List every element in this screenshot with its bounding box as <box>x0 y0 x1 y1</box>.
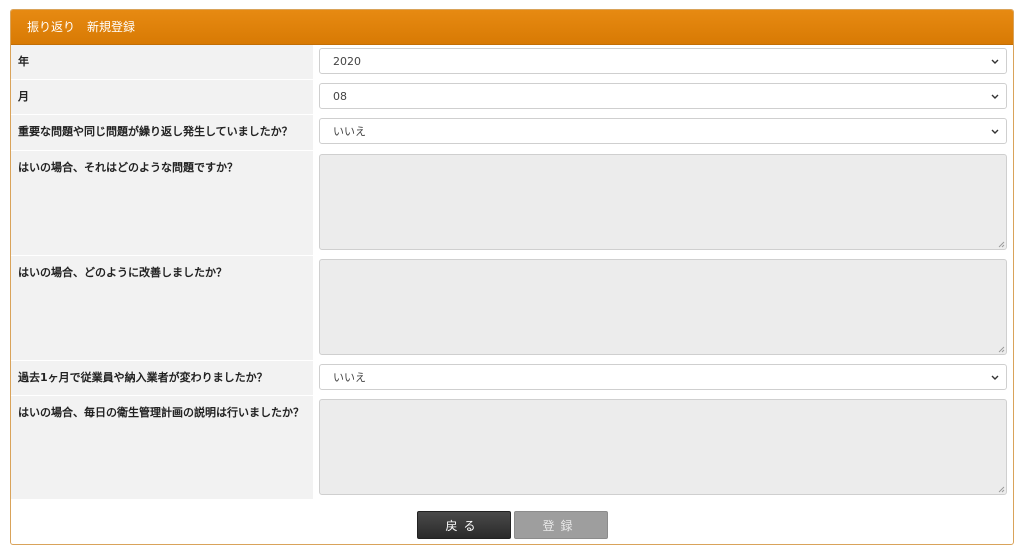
recurring-problem-row: 重要な問題や同じ問題が繰り返し発生していましたか？ いいえ <box>11 115 1013 151</box>
resize-grip-icon[interactable] <box>997 485 1005 493</box>
staff-change-row: 過去1ヶ月で従業員や納入業者が変わりましたか？ いいえ <box>11 361 1013 396</box>
month-label: 月 <box>11 80 313 114</box>
resize-grip-icon[interactable] <box>997 240 1005 248</box>
year-label: 年 <box>11 45 313 79</box>
month-select[interactable]: 08 <box>319 83 1007 109</box>
submit-button[interactable]: 登録 <box>513 511 608 539</box>
hygiene-explanation-row: はいの場合、毎日の衛生管理計画の説明は行いましたか？ <box>11 396 1013 500</box>
chevron-down-icon <box>991 59 999 64</box>
recurring-problem-label: 重要な問題や同じ問題が繰り返し発生していましたか？ <box>11 115 313 150</box>
problem-detail-textarea[interactable] <box>319 154 1007 250</box>
problem-detail-label: はいの場合、それはどのような問題ですか？ <box>11 151 313 255</box>
problem-detail-row: はいの場合、それはどのような問題ですか？ <box>11 151 1013 256</box>
improvement-textarea[interactable] <box>319 259 1007 355</box>
improvement-label: はいの場合、どのように改善しましたか？ <box>11 256 313 360</box>
form-actions: 戻る 登録 <box>11 511 1013 541</box>
chevron-down-icon <box>991 94 999 99</box>
improvement-row: はいの場合、どのように改善しましたか？ <box>11 256 1013 361</box>
form-body: 年 2020 月 08 重要な問題や同じ問題が繰り返し発生していましたか？ いい… <box>11 45 1013 500</box>
recurring-problem-select[interactable]: いいえ <box>319 118 1007 144</box>
panel-title: 振り返り 新規登録 <box>11 10 1013 45</box>
retrospective-form-panel: 振り返り 新規登録 年 2020 月 08 重要な問題や同じ問題が繰り返し発生し… <box>10 9 1014 545</box>
staff-change-select-value: いいえ <box>333 371 366 384</box>
month-select-value: 08 <box>333 90 347 103</box>
month-row: 月 08 <box>11 80 1013 115</box>
year-row: 年 2020 <box>11 45 1013 80</box>
back-button[interactable]: 戻る <box>416 511 511 539</box>
chevron-down-icon <box>991 375 999 380</box>
year-select-value: 2020 <box>333 55 361 68</box>
resize-grip-icon[interactable] <box>997 345 1005 353</box>
recurring-problem-select-value: いいえ <box>333 125 366 138</box>
staff-change-label: 過去1ヶ月で従業員や納入業者が変わりましたか？ <box>11 361 313 395</box>
chevron-down-icon <box>991 129 999 134</box>
hygiene-explanation-textarea[interactable] <box>319 399 1007 495</box>
staff-change-select[interactable]: いいえ <box>319 364 1007 390</box>
year-select[interactable]: 2020 <box>319 48 1007 74</box>
hygiene-explanation-label: はいの場合、毎日の衛生管理計画の説明は行いましたか？ <box>11 396 313 499</box>
